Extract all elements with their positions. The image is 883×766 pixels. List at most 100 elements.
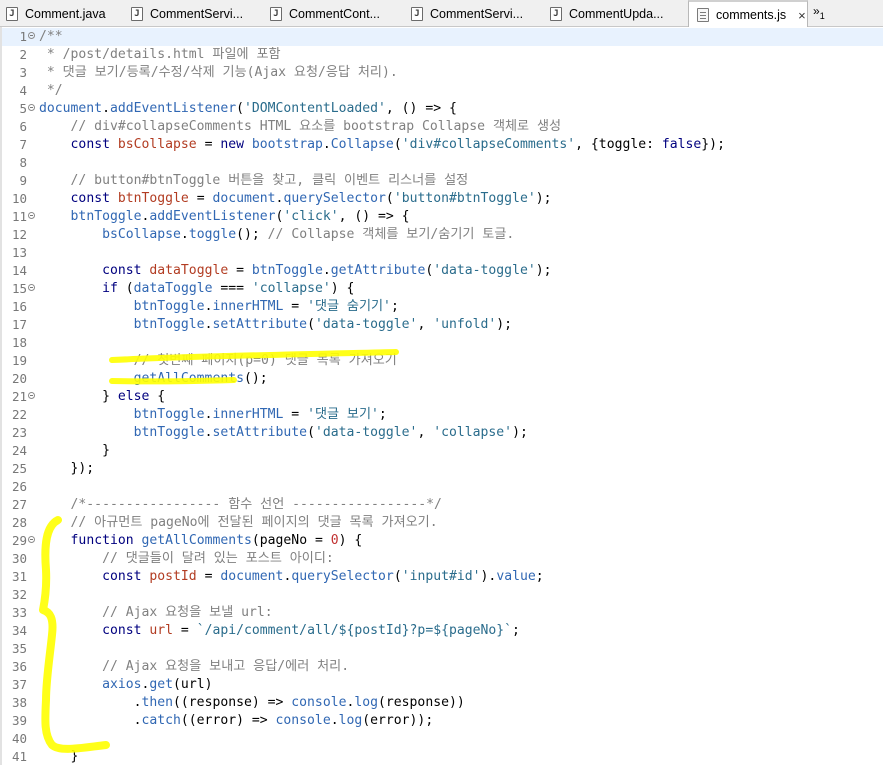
fold-toggle-icon[interactable] (28, 212, 35, 219)
code-line[interactable]: 1 /** (2, 28, 883, 46)
java-file-icon: J (6, 6, 18, 21)
code-text: const dataToggle = btnToggle.getAttribut… (39, 262, 551, 280)
code-token: setAttribute (212, 317, 308, 332)
overflow-count: 1 (819, 11, 825, 21)
code-editor[interactable]: 1/** 2 * /post/details.html 파일에 포함 3 * 댓글 … (0, 27, 883, 765)
code-line[interactable]: 28 // 아규먼트 pageNo에 전달된 페이지의 댓글 목록 가져오기. (2, 514, 883, 532)
code-line[interactable]: 18 (2, 334, 883, 352)
tab-comment-service[interactable]: J CommentServi... (131, 0, 243, 27)
code-line[interactable]: 4 */ (2, 82, 883, 100)
code-line[interactable]: 10 const btnToggle = document.querySelec… (2, 190, 883, 208)
code-line[interactable]: 30 // 댓글들이 달려 있는 포스트 아이디: (2, 550, 883, 568)
line-number: 16 (11, 299, 27, 314)
line-number: 14 (11, 263, 27, 278)
code-line[interactable]: 27 /*----------------- 함수 선언 -----------… (2, 496, 883, 514)
line-number: 15 (11, 281, 27, 296)
code-token: ; (512, 623, 520, 638)
code-token: /** (39, 29, 63, 44)
code-token: addEventListener (109, 101, 237, 116)
fold-toggle-icon[interactable] (28, 284, 35, 291)
line-number: 18 (11, 335, 27, 350)
code-line[interactable]: 41 } (2, 748, 883, 766)
code-line[interactable]: 19 // 첫번째 페이지(p=0) 댓글 목록 가져오기 (2, 352, 883, 370)
code-line[interactable]: 16 btnToggle.innerHTML = '댓글 숨기기'; (2, 298, 883, 316)
code-token: // Ajax 요청을 보낼 url: (39, 605, 273, 620)
code-line[interactable]: 34 const url = `/api/comment/all/${postI… (2, 622, 883, 640)
code-text: // div#collapseComments HTML 요소를 bootstr… (39, 118, 562, 136)
code-text: if (dataToggle === 'collapse') { (39, 280, 354, 298)
code-line[interactable]: 12 bsCollapse.toggle(); // Collapse 객체를 … (2, 226, 883, 244)
code-line[interactable]: 39 .catch((error) => console.log(error))… (2, 712, 883, 730)
code-token: 0 (330, 533, 339, 548)
code-line[interactable]: 9 // button#btnToggle 버튼을 찾고, 클릭 이벤트 리스너… (2, 172, 883, 190)
tab-comment-update[interactable]: J CommentUpda... (550, 0, 663, 27)
code-line[interactable]: 17 btnToggle.setAttribute('data-toggle',… (2, 316, 883, 334)
code-line[interactable]: 26 (2, 478, 883, 496)
code-token: querySelector (283, 191, 386, 206)
code-token: function (70, 533, 134, 548)
code-token: postId (149, 569, 197, 584)
line-number: 7 (19, 137, 27, 152)
tab-comment-java[interactable]: J Comment.java (6, 0, 106, 27)
close-tab-icon[interactable]: × (798, 8, 806, 23)
code-line[interactable]: 15 if (dataToggle === 'collapse') { (2, 280, 883, 298)
code-line[interactable]: 31 const postId = document.querySelector… (2, 568, 883, 586)
code-line[interactable]: 35 (2, 640, 883, 658)
code-token: bootstrap (251, 137, 323, 152)
code-line[interactable]: 5 document.addEventListener('DOMContentLo… (2, 100, 883, 118)
code-token: . (322, 137, 331, 152)
code-token: url (149, 623, 174, 638)
code-line[interactable]: 8 (2, 154, 883, 172)
code-token: ( (307, 317, 315, 332)
code-token: } (39, 389, 118, 404)
tab-comment-controller[interactable]: J CommentCont... (270, 0, 380, 27)
code-line[interactable]: 13 (2, 244, 883, 262)
code-text: // button#btnToggle 버튼을 찾고, 클릭 이벤트 리스너를 … (39, 172, 469, 190)
code-token: , (417, 425, 434, 440)
code-text: * 댓글 보기/등록/수정/삭제 기능(Ajax 요청/응답 처리). (39, 64, 398, 82)
code-token: // Ajax 요청을 보내고 응답/에러 처리. (39, 659, 350, 674)
chevron-double-right-icon: » (813, 4, 820, 18)
code-line[interactable]: 7 const bsCollapse = new bootstrap.Colla… (2, 136, 883, 154)
code-line[interactable]: 33 // Ajax 요청을 보낼 url: (2, 604, 883, 622)
code-line[interactable]: 20 getAllComments(); (2, 370, 883, 388)
fold-toggle-icon[interactable] (28, 536, 35, 543)
code-token: ( (236, 101, 244, 116)
code-line[interactable]: 22 btnToggle.innerHTML = '댓글 보기'; (2, 406, 883, 424)
code-token: btnToggle (117, 191, 189, 206)
code-line[interactable]: 32 (2, 586, 883, 604)
code-line[interactable]: 6 // div#collapseComments HTML 요소를 boots… (2, 118, 883, 136)
code-line[interactable]: 14 const dataToggle = btnToggle.getAttri… (2, 262, 883, 280)
code-token: document (212, 191, 276, 206)
code-token: ( (393, 569, 402, 584)
code-token: (); (236, 227, 268, 242)
code-line[interactable]: 21 } else { (2, 388, 883, 406)
code-line[interactable]: 29 function getAllComments(pageNo = 0) { (2, 532, 883, 550)
code-line[interactable]: 25 }); (2, 460, 883, 478)
tab-comments-js[interactable]: comments.js × (688, 0, 808, 28)
code-line[interactable]: 36 // Ajax 요청을 보내고 응답/에러 처리. (2, 658, 883, 676)
code-token: . (330, 713, 339, 728)
code-line[interactable]: 2 * /post/details.html 파일에 포함 (2, 46, 883, 64)
tab-comment-service-2[interactable]: J CommentServi... (411, 0, 523, 27)
code-line[interactable]: 40 (2, 730, 883, 748)
code-token: if (102, 281, 118, 296)
tab-overflow-button[interactable]: »1 (813, 4, 825, 21)
code-line[interactable]: 11 btnToggle.addEventListener('click', (… (2, 208, 883, 226)
fold-toggle-icon[interactable] (28, 104, 35, 111)
code-line[interactable]: 24 } (2, 442, 883, 460)
code-text: } (39, 442, 110, 460)
code-line[interactable]: 3 * 댓글 보기/등록/수정/삭제 기능(Ajax 요청/응답 처리). (2, 64, 883, 82)
line-number: 41 (11, 749, 27, 764)
code-line[interactable]: 23 btnToggle.setAttribute('data-toggle',… (2, 424, 883, 442)
code-text: */ (39, 82, 63, 100)
fold-toggle-icon[interactable] (28, 32, 35, 39)
fold-toggle-icon[interactable] (28, 392, 35, 399)
code-line[interactable]: 37 axios.get(url) (2, 676, 883, 694)
code-token: ( (307, 425, 315, 440)
line-number: 21 (11, 389, 27, 404)
code-text: function getAllComments(pageNo = 0) { (39, 532, 363, 550)
code-line[interactable]: 38 .then((response) => console.log(respo… (2, 694, 883, 712)
